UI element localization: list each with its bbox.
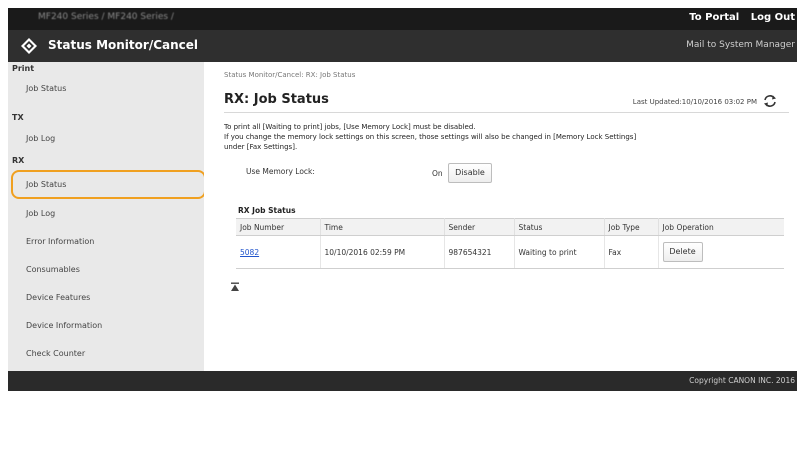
sidebar: Print Job Status TX Job Log RX Job Statu…	[8, 62, 204, 371]
job-number-link[interactable]: 5082	[240, 248, 259, 257]
main-content: Status Monitor/Cancel: RX: Job Status RX…	[204, 62, 797, 371]
sidebar-section-print: Print	[12, 64, 35, 73]
device-series-breadcrumb: MF240 Series / MF240 Series /	[38, 12, 174, 22]
delete-button[interactable]: Delete	[662, 242, 703, 262]
sidebar-section-rx: RX	[12, 156, 25, 165]
sidebar-item-consumables[interactable]: Consumables	[8, 265, 80, 274]
sidebar-item-device-features[interactable]: Device Features	[8, 293, 90, 302]
to-portal-link[interactable]: To Portal	[689, 12, 739, 23]
table-row: 5082 10/10/2016 02:59 PM 987654321 Waiti…	[236, 235, 784, 269]
sidebar-item-rx-job-status[interactable]: Job Status	[8, 180, 66, 189]
cell-job-type: Fax	[604, 235, 659, 269]
title-bar: Status Monitor/Cancel Mail to System Man…	[8, 30, 797, 62]
sidebar-item-check-counter[interactable]: Check Counter	[8, 349, 85, 358]
back-to-top-icon[interactable]	[230, 282, 240, 292]
column-job-type: Job Type	[604, 218, 659, 236]
table-header-row: Job Number Time Sender Status Job Type J…	[236, 218, 784, 236]
copyright-text: Copyright CANON INC. 2016	[689, 376, 795, 385]
cell-job-operation: Delete	[658, 235, 784, 269]
sidebar-item-error-information[interactable]: Error Information	[8, 237, 94, 246]
breadcrumb: Status Monitor/Cancel: RX: Job Status	[224, 71, 356, 79]
info-message-1: To print all [Waiting to print] jobs, [U…	[224, 123, 476, 131]
heading-divider	[224, 112, 789, 113]
sidebar-item-print-job-status[interactable]: Job Status	[8, 84, 66, 93]
cell-status: Waiting to print	[514, 235, 605, 269]
top-links: To Portal Log Out	[681, 12, 795, 23]
canon-diamond-icon	[21, 38, 37, 54]
disable-button[interactable]: Disable	[448, 163, 492, 183]
sidebar-item-tx-job-log[interactable]: Job Log	[8, 134, 55, 143]
sidebar-item-device-information[interactable]: Device Information	[8, 321, 102, 330]
column-status: Status	[514, 218, 605, 236]
column-sender: Sender	[444, 218, 515, 236]
footer: Copyright CANON INC. 2016	[8, 371, 797, 391]
mail-to-system-manager-link[interactable]: Mail to System Manager	[686, 40, 795, 50]
sidebar-section-tx: TX	[12, 113, 24, 122]
column-time: Time	[320, 218, 445, 236]
cell-sender: 987654321	[444, 235, 515, 269]
top-bar: MF240 Series / MF240 Series / To Portal …	[8, 8, 797, 30]
memory-lock-label: Use Memory Lock:	[246, 167, 315, 176]
refresh-icon[interactable]	[763, 94, 777, 108]
cell-time: 10/10/2016 02:59 PM	[320, 235, 445, 269]
sidebar-item-rx-job-log[interactable]: Job Log	[8, 209, 55, 218]
logout-link[interactable]: Log Out	[751, 12, 795, 23]
rx-job-status-title: RX Job Status	[238, 206, 296, 215]
info-message-2: If you change the memory lock settings o…	[224, 133, 637, 141]
column-job-number: Job Number	[236, 218, 321, 236]
memory-lock-value: On	[432, 169, 443, 178]
page-title: Status Monitor/Cancel	[48, 38, 199, 52]
rx-job-table: Job Number Time Sender Status Job Type J…	[236, 218, 784, 269]
cell-job-number: 5082	[236, 235, 321, 269]
info-message-3: under [Fax Settings].	[224, 143, 298, 151]
last-updated-text: Last Updated:10/10/2016 03:02 PM	[632, 98, 757, 106]
column-job-operation: Job Operation	[658, 218, 784, 236]
content-heading: RX: Job Status	[224, 92, 329, 107]
